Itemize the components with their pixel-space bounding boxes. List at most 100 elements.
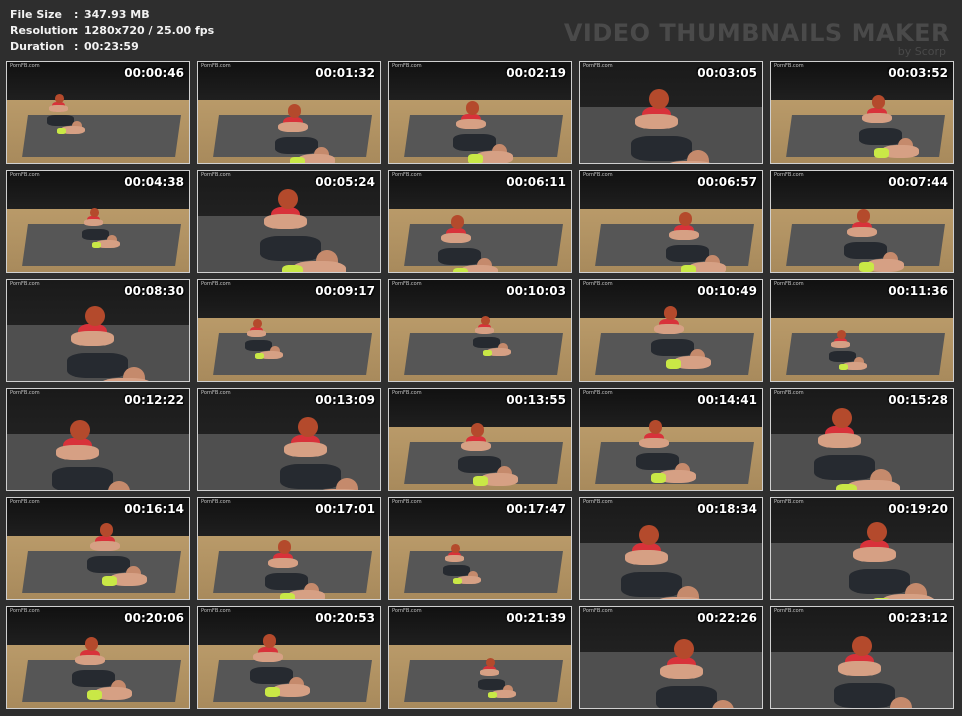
resolution-label: Resolution [10, 24, 77, 37]
thumbnail-logo: PornFB.com [10, 281, 40, 287]
resolution-separator: : [74, 24, 79, 37]
video-thumbnail[interactable]: PornFB.com 00:20:06 [6, 606, 190, 709]
duration-value: 00:23:59 [84, 40, 139, 53]
thumbnail-logo: PornFB.com [392, 390, 422, 396]
thumbnail-timestamp: 00:16:14 [124, 502, 184, 516]
video-thumbnail[interactable]: PornFB.com 00:09:17 [197, 279, 381, 382]
video-thumbnail[interactable]: PornFB.com 00:13:55 [388, 388, 572, 491]
thumbnail-logo: PornFB.com [201, 390, 231, 396]
thumbnail-logo: PornFB.com [774, 281, 804, 287]
resolution-row: Resolution : 1280x720 / 25.00 fps [10, 23, 214, 39]
thumbnail-logo: PornFB.com [10, 63, 40, 69]
thumbnail-grid: PornFB.com 00:00:46 PornFB.com 00:01:32 Porn… [6, 61, 956, 711]
thumbnail-logo: PornFB.com [583, 281, 613, 287]
thumbnail-logo: PornFB.com [583, 390, 613, 396]
thumbnail-timestamp: 00:18:34 [697, 502, 757, 516]
thumbnail-logo: PornFB.com [201, 499, 231, 505]
video-thumbnail[interactable]: PornFB.com 00:13:09 [197, 388, 381, 491]
thumbnail-timestamp: 00:04:38 [124, 175, 184, 189]
video-thumbnail[interactable]: PornFB.com 00:15:28 [770, 388, 954, 491]
thumbnail-timestamp: 00:10:49 [697, 284, 757, 298]
video-thumbnail[interactable]: PornFB.com 00:06:11 [388, 170, 572, 273]
thumbnail-timestamp: 00:06:57 [697, 175, 757, 189]
thumbnail-timestamp: 00:13:55 [506, 393, 566, 407]
thumbnail-logo: PornFB.com [10, 608, 40, 614]
video-thumbnail[interactable]: PornFB.com 00:21:39 [388, 606, 572, 709]
video-thumbnail[interactable]: PornFB.com 00:03:52 [770, 61, 954, 164]
video-thumbnail[interactable]: PornFB.com 00:10:49 [579, 279, 763, 382]
thumbnail-logo: PornFB.com [774, 608, 804, 614]
thumbnail-timestamp: 00:20:06 [124, 611, 184, 625]
file-size-separator: : [74, 8, 79, 21]
thumbnail-timestamp: 00:15:28 [888, 393, 948, 407]
video-thumbnail[interactable]: PornFB.com 00:23:12 [770, 606, 954, 709]
watermark-subtitle: by Scorp [897, 45, 946, 58]
thumbnail-logo: PornFB.com [201, 281, 231, 287]
thumbnail-timestamp: 00:07:44 [888, 175, 948, 189]
watermark: VIDEO THUMBNAILS MAKER by Scorp [564, 20, 950, 58]
thumbnail-timestamp: 00:11:36 [888, 284, 948, 298]
thumbnail-timestamp: 00:10:03 [506, 284, 566, 298]
thumbnail-timestamp: 00:19:20 [888, 502, 948, 516]
duration-label: Duration [10, 40, 65, 53]
video-thumbnail[interactable]: PornFB.com 00:04:38 [6, 170, 190, 273]
video-thumbnail[interactable]: PornFB.com 00:22:26 [579, 606, 763, 709]
thumbnail-timestamp: 00:05:24 [315, 175, 375, 189]
duration-row: Duration : 00:23:59 [10, 39, 214, 55]
video-thumbnail[interactable]: PornFB.com 00:18:34 [579, 497, 763, 600]
thumbnail-logo: PornFB.com [392, 281, 422, 287]
video-thumbnail[interactable]: PornFB.com 00:14:41 [579, 388, 763, 491]
thumbnail-timestamp: 00:21:39 [506, 611, 566, 625]
video-thumbnail[interactable]: PornFB.com 00:16:14 [6, 497, 190, 600]
thumbnail-logo: PornFB.com [774, 63, 804, 69]
thumbnail-timestamp: 00:06:11 [506, 175, 566, 189]
thumbnail-logo: PornFB.com [10, 390, 40, 396]
thumbnail-timestamp: 00:23:12 [888, 611, 948, 625]
video-thumbnail[interactable]: PornFB.com 00:00:46 [6, 61, 190, 164]
thumbnail-timestamp: 00:09:17 [315, 284, 375, 298]
video-thumbnail[interactable]: PornFB.com 00:02:19 [388, 61, 572, 164]
video-thumbnail[interactable]: PornFB.com 00:05:24 [197, 170, 381, 273]
video-thumbnail[interactable]: PornFB.com 00:19:20 [770, 497, 954, 600]
thumbnail-logo: PornFB.com [392, 608, 422, 614]
thumbnail-timestamp: 00:20:53 [315, 611, 375, 625]
video-thumbnail[interactable]: PornFB.com 00:11:36 [770, 279, 954, 382]
watermark-title: VIDEO THUMBNAILS MAKER [563, 19, 950, 47]
thumbnail-logo: PornFB.com [201, 63, 231, 69]
thumbnail-timestamp: 00:17:47 [506, 502, 566, 516]
thumbnail-timestamp: 00:12:22 [124, 393, 184, 407]
video-thumbnail[interactable]: PornFB.com 00:17:01 [197, 497, 381, 600]
thumbnail-timestamp: 00:13:09 [315, 393, 375, 407]
file-info-panel: File Size : 347.93 MB Resolution : 1280x… [10, 7, 214, 55]
video-thumbnail[interactable]: PornFB.com 00:10:03 [388, 279, 572, 382]
thumbnail-timestamp: 00:14:41 [697, 393, 757, 407]
thumbnail-logo: PornFB.com [583, 63, 613, 69]
file-size-row: File Size : 347.93 MB [10, 7, 214, 23]
duration-separator: : [74, 40, 79, 53]
video-thumbnail[interactable]: PornFB.com 00:12:22 [6, 388, 190, 491]
thumbnail-logo: PornFB.com [10, 172, 40, 178]
video-thumbnail[interactable]: PornFB.com 00:03:05 [579, 61, 763, 164]
thumbnail-logo: PornFB.com [392, 172, 422, 178]
thumbnail-timestamp: 00:02:19 [506, 66, 566, 80]
thumbnail-timestamp: 00:03:52 [888, 66, 948, 80]
thumbnail-logo: PornFB.com [583, 499, 613, 505]
thumbnail-timestamp: 00:03:05 [697, 66, 757, 80]
thumbnail-timestamp: 00:01:32 [315, 66, 375, 80]
file-size-label: File Size [10, 8, 62, 21]
video-thumbnail[interactable]: PornFB.com 00:07:44 [770, 170, 954, 273]
video-thumbnail[interactable]: PornFB.com 00:01:32 [197, 61, 381, 164]
video-thumbnail[interactable]: PornFB.com 00:06:57 [579, 170, 763, 273]
thumbnail-logo: PornFB.com [774, 390, 804, 396]
video-thumbnail[interactable]: PornFB.com 00:08:30 [6, 279, 190, 382]
file-size-value: 347.93 MB [84, 8, 150, 21]
thumbnail-logo: PornFB.com [201, 608, 231, 614]
thumbnail-timestamp: 00:08:30 [124, 284, 184, 298]
thumbnail-logo: PornFB.com [201, 172, 231, 178]
video-thumbnail[interactable]: PornFB.com 00:17:47 [388, 497, 572, 600]
thumbnail-timestamp: 00:22:26 [697, 611, 757, 625]
thumbnail-logo: PornFB.com [10, 499, 40, 505]
thumbnail-logo: PornFB.com [583, 172, 613, 178]
video-thumbnail[interactable]: PornFB.com 00:20:53 [197, 606, 381, 709]
thumbnail-logo: PornFB.com [583, 608, 613, 614]
